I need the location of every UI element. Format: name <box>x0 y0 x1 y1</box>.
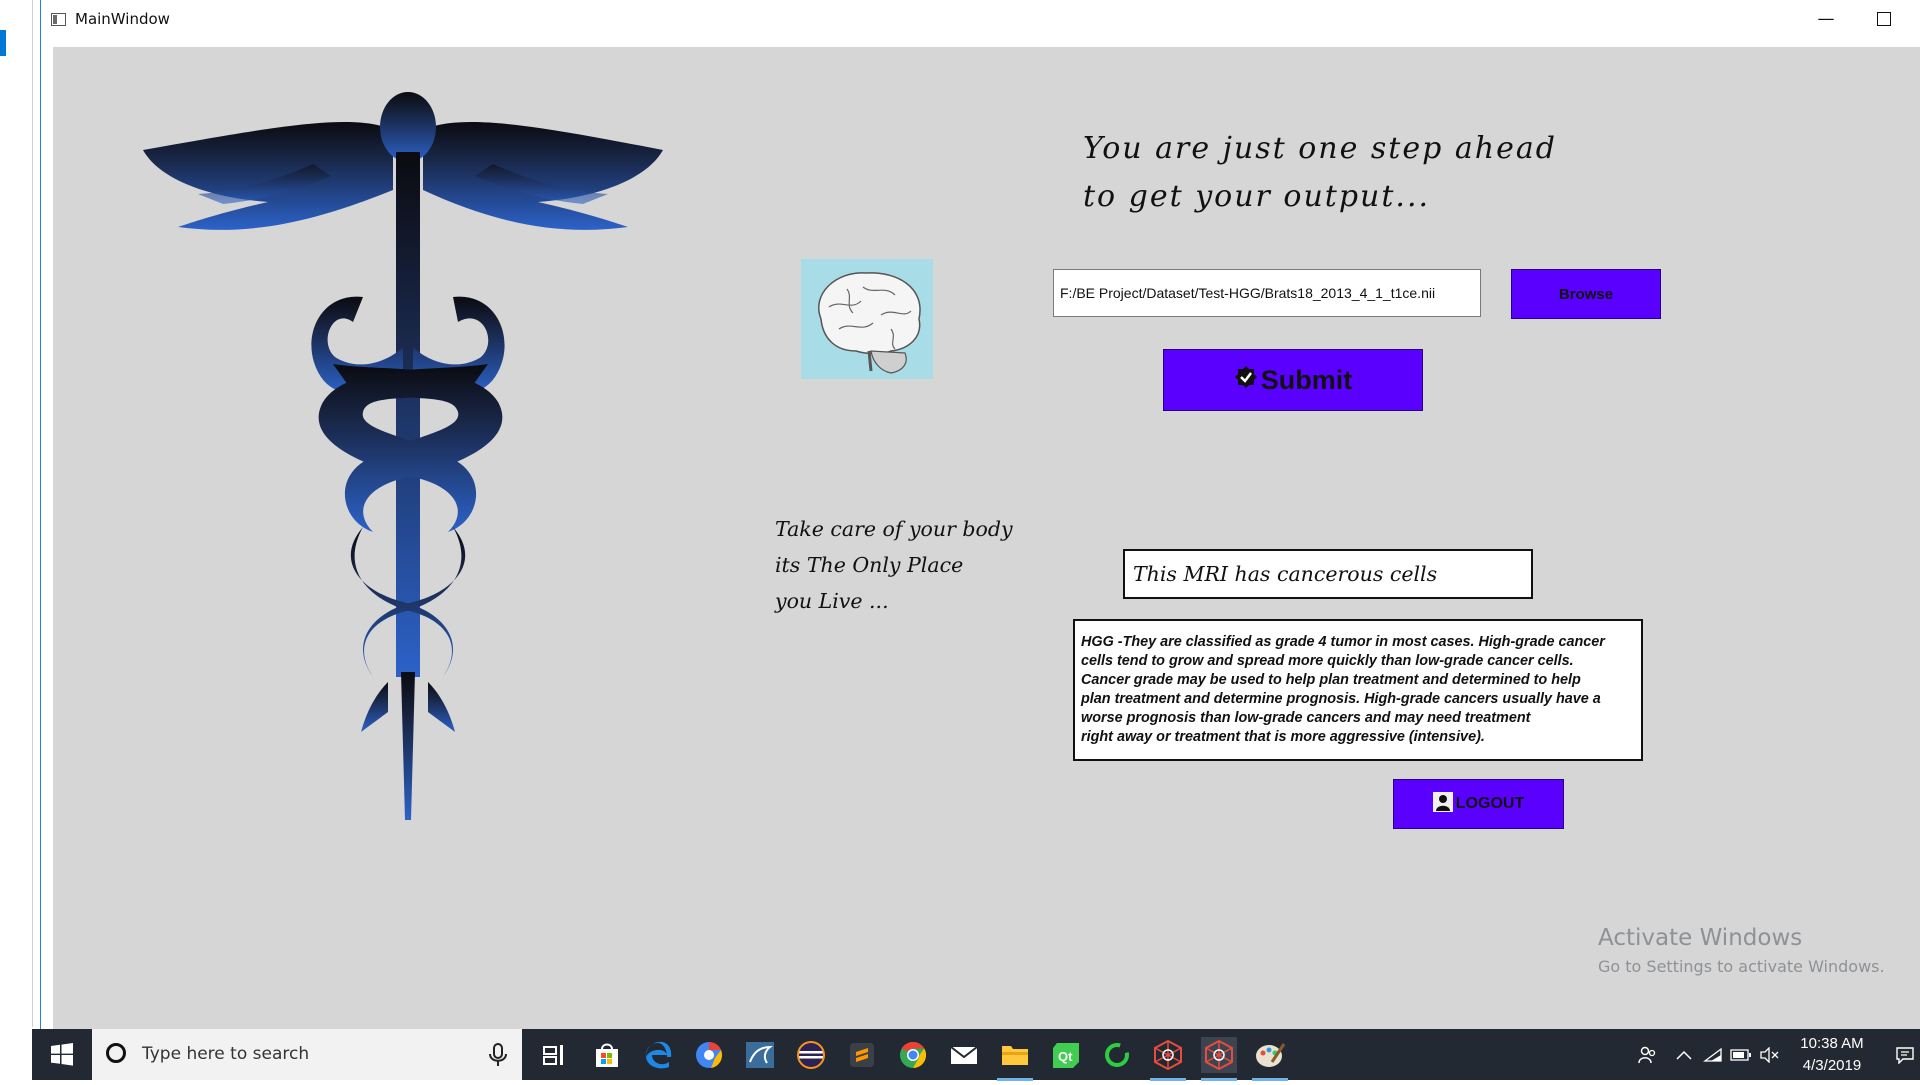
battery-icon[interactable] <box>1728 1029 1754 1080</box>
people-icon[interactable] <box>1632 1029 1662 1080</box>
maximize-icon <box>1877 12 1891 26</box>
file-explorer-icon[interactable] <box>997 1037 1033 1081</box>
volume-muted-icon[interactable] <box>1756 1029 1782 1080</box>
qt-icon[interactable]: Qt <box>1048 1037 1084 1073</box>
browse-button[interactable]: Browse <box>1511 269 1661 319</box>
taskbar-clock[interactable]: 10:38 AM 4/3/2019 <box>1792 1033 1872 1077</box>
description-line: right away or treatment that is more agg… <box>1081 729 1485 746</box>
logout-button[interactable]: LOGOUT <box>1393 779 1564 829</box>
task-view-icon[interactable] <box>537 1037 573 1073</box>
result-label: This MRI has cancerous cells <box>1123 549 1533 599</box>
cortana-icon <box>106 1043 126 1063</box>
spider-app-icon-2[interactable] <box>1201 1037 1237 1081</box>
tagline: You are just one step ahead to get your … <box>1083 125 1557 221</box>
maximize-button[interactable] <box>1855 0 1913 38</box>
file-path-value: F:/BE Project/Dataset/Test-HGG/Brats18_2… <box>1060 285 1436 301</box>
file-path-input[interactable]: F:/BE Project/Dataset/Test-HGG/Brats18_2… <box>1053 269 1481 317</box>
svg-text:Qt: Qt <box>1058 1049 1073 1064</box>
refresh-app-icon[interactable] <box>1099 1037 1135 1073</box>
check-badge-icon <box>1234 365 1258 396</box>
brain-icon <box>818 272 921 374</box>
quote-line-3: you Live ... <box>775 589 889 613</box>
microphone-icon[interactable] <box>487 1043 509 1067</box>
window-title: MainWindow <box>75 10 170 28</box>
edge-icon[interactable] <box>640 1037 676 1073</box>
description-line: HGG -They are classified as grade 4 tumo… <box>1081 634 1605 650</box>
chromium-icon[interactable] <box>691 1037 727 1073</box>
submit-button[interactable]: Submit <box>1163 349 1423 411</box>
mail-icon[interactable] <box>946 1037 982 1073</box>
submit-label: Submit <box>1260 364 1353 395</box>
notifications-icon[interactable] <box>1890 1029 1920 1080</box>
wifi-icon[interactable] <box>1700 1029 1726 1080</box>
sublime-icon[interactable] <box>844 1037 880 1073</box>
description-line: cells tend to grow and spread more quick… <box>1081 653 1574 670</box>
app-window-icon <box>51 13 66 26</box>
spider-app-icon[interactable] <box>1150 1037 1186 1081</box>
user-icon <box>1432 791 1453 817</box>
background-window-accent <box>0 30 6 56</box>
paint-app-icon[interactable] <box>1252 1037 1288 1081</box>
description-line: Cancer grade may be used to help plan tr… <box>1081 672 1581 689</box>
taskbar: Type here to search Qt 10:38 AM 4/3/2019 <box>32 1029 1920 1081</box>
start-button[interactable] <box>32 1029 92 1080</box>
clock-date: 4/3/2019 <box>1802 1057 1862 1074</box>
minimize-button[interactable]: — <box>1797 0 1855 38</box>
caduceus-logo <box>143 92 663 820</box>
watermark-subtitle: Go to Settings to activate Windows. <box>1598 957 1885 976</box>
health-quote: Take care of your body its The Only Plac… <box>775 511 1013 619</box>
mysql-icon[interactable] <box>742 1037 778 1073</box>
quote-line-2: its The Only Place <box>775 553 964 577</box>
taskbar-search[interactable]: Type here to search <box>92 1029 522 1080</box>
description-line: plan treatment and determine prognosis. … <box>1081 691 1601 708</box>
tagline-line-1: You are just one step ahead <box>1083 131 1557 166</box>
brain-image <box>801 259 933 379</box>
background-window-edge <box>0 0 33 1027</box>
windows-logo-icon <box>51 1043 73 1066</box>
description-line: worse prognosis than low-grade cancers a… <box>1081 710 1531 727</box>
main-window: MainWindow — You are just one step ahead… <box>40 0 1920 1029</box>
chrome-icon[interactable] <box>895 1037 931 1073</box>
clock-time: 10:38 AM <box>1800 1035 1864 1052</box>
client-area: You are just one step ahead to get your … <box>53 47 1920 1029</box>
tumor-description: HGG -They are classified as grade 4 tumo… <box>1073 619 1643 761</box>
quote-line-1: Take care of your body <box>775 517 1013 541</box>
eclipse-icon[interactable] <box>793 1037 829 1073</box>
activation-watermark: Activate Windows Go to Settings to activ… <box>1598 925 1885 976</box>
chevron-up-icon[interactable] <box>1672 1029 1696 1080</box>
title-bar: MainWindow — <box>41 0 1920 38</box>
search-placeholder: Type here to search <box>142 1044 310 1064</box>
logout-label: LOGOUT <box>1455 795 1525 812</box>
store-icon[interactable] <box>589 1037 625 1073</box>
watermark-title: Activate Windows <box>1598 925 1803 951</box>
tagline-line-2: to get your output... <box>1083 179 1431 214</box>
